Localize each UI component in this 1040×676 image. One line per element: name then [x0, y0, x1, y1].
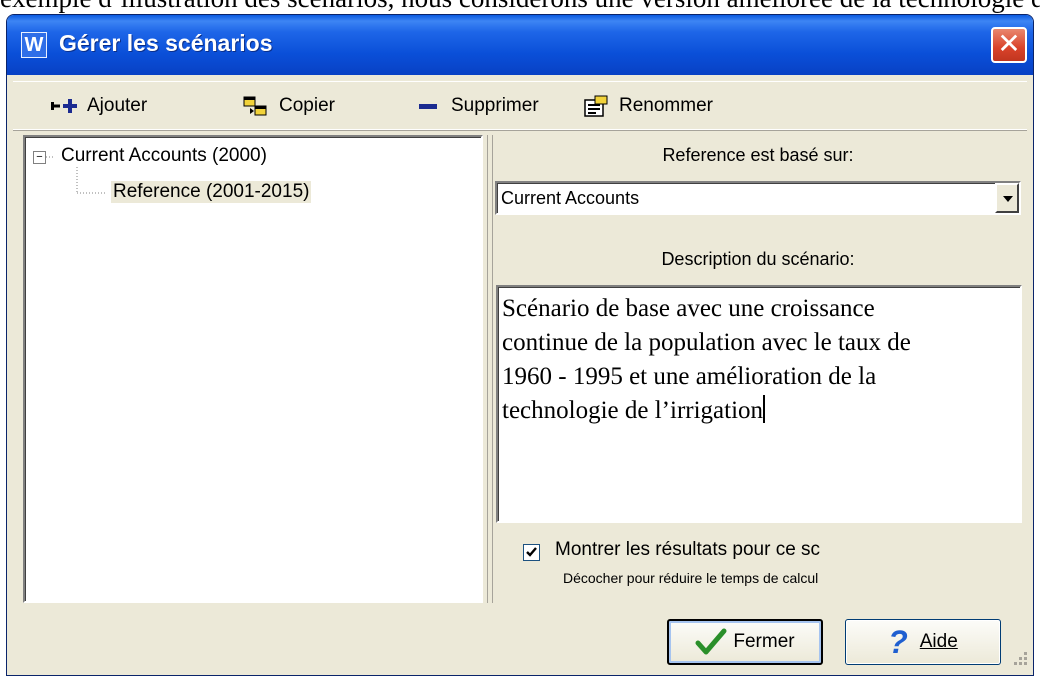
description-line: 1960 - 1995 et une amélioration de la: [502, 363, 877, 390]
help-icon: ?: [888, 623, 908, 660]
rename-button[interactable]: Renommer: [581, 92, 713, 120]
background-document-text: exemple d’illustration des scénarios, no…: [0, 0, 1040, 13]
description-line: technologie de l’irrigation: [502, 397, 764, 424]
close-label: Fermer: [733, 631, 795, 652]
description-line: Scénario de base avec une croissance: [502, 295, 875, 322]
tree-item-reference[interactable]: Reference (2001-2015): [111, 181, 312, 203]
dropdown-arrow-icon[interactable]: [995, 183, 1019, 213]
copy-button[interactable]: Copier: [241, 92, 335, 120]
copy-icon: [241, 94, 273, 118]
show-results-checkbox[interactable]: [523, 544, 540, 561]
delete-label: Supprimer: [451, 95, 539, 116]
checkmark-icon: [695, 628, 727, 655]
based-on-select[interactable]: Current Accounts: [495, 181, 1021, 215]
close-button[interactable]: Fermer: [667, 619, 823, 665]
manage-scenarios-dialog: W Gérer les scénarios ✕ Ajouter Copier S…: [6, 14, 1034, 676]
copy-label: Copier: [279, 95, 335, 116]
description-textarea[interactable]: Scénario de base avec une croissance con…: [496, 285, 1022, 523]
toolbar: Ajouter Copier Supprimer Renommer: [13, 81, 1027, 131]
resize-grip-icon[interactable]: [1011, 649, 1029, 667]
panel-splitter[interactable]: [487, 135, 493, 603]
title-bar[interactable]: W Gérer les scénarios ✕: [7, 15, 1033, 75]
based-on-value: Current Accounts: [501, 188, 640, 208]
description-line: continue de la population avec le taux d…: [502, 329, 911, 356]
rename-icon: [581, 94, 613, 118]
add-label: Ajouter: [87, 95, 148, 116]
show-results-hint: Décocher pour réduire le temps de calcul: [563, 570, 819, 586]
tree-item-current-accounts[interactable]: Current Accounts (2000): [61, 145, 267, 167]
close-window-button[interactable]: ✕: [991, 27, 1027, 63]
delete-button[interactable]: Supprimer: [413, 92, 539, 120]
based-on-label: Reference est basé sur:: [662, 145, 854, 165]
help-button[interactable]: ? Aide: [845, 619, 1001, 665]
rename-label: Renommer: [619, 95, 713, 116]
scenario-tree[interactable]: − Current Accounts (2000) Reference (200…: [23, 135, 483, 603]
checkmark-icon: [526, 547, 537, 557]
add-button[interactable]: Ajouter: [49, 92, 147, 120]
show-results-label[interactable]: Montrer les résultats pour ce sc: [555, 539, 820, 561]
app-logo-icon: W: [21, 32, 47, 58]
text-caret: [763, 395, 766, 423]
minus-icon: [413, 94, 445, 118]
add-icon: [49, 94, 81, 118]
dialog-title: Gérer les scénarios: [59, 30, 273, 56]
description-label: Description du scénario:: [661, 249, 855, 269]
help-label: Aide: [919, 631, 958, 652]
